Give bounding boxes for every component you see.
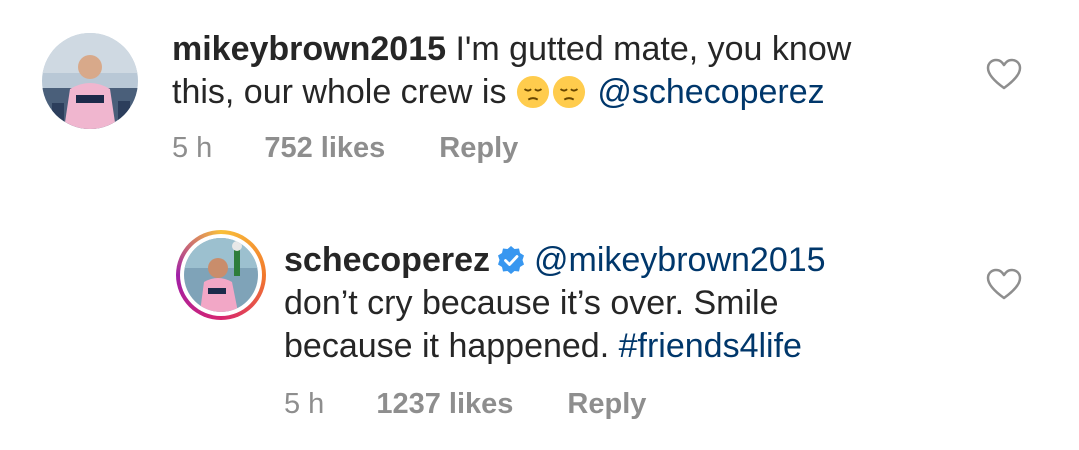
comment-body-line1: I'm gutted mate, you know [446,30,852,68]
timestamp[interactable]: 5 h [172,132,212,165]
comment-body-line3: because it happened. [284,327,619,365]
comment-text: schecoperez @mikeybrown2015 don’t cry be… [284,239,826,368]
likes-count[interactable]: 1237 likes [376,388,513,421]
pensive-face-icon [516,75,549,109]
heart-outline-icon[interactable] [986,268,1022,300]
verified-badge-icon [498,246,524,274]
comment-meta: 5 h 1237 likes Reply [284,388,646,421]
comment-body-line2: don’t cry because it’s over. Smile [284,284,779,322]
comment-meta: 5 h 752 likes Reply [172,132,518,165]
avatar[interactable] [42,33,138,129]
timestamp[interactable]: 5 h [284,388,324,421]
comment-text: mikeybrown2015 I'm gutted mate, you know… [172,28,851,114]
likes-count[interactable]: 752 likes [264,132,385,165]
mention-link[interactable]: @mikeybrown2015 [534,241,826,279]
username[interactable]: schecoperez [284,241,490,279]
pensive-face-icon [552,75,585,109]
mention-link[interactable]: @schecoperez [597,73,824,111]
comment-body-line2: this, our whole crew is [172,73,516,111]
hashtag-link[interactable]: #friends4life [619,327,802,365]
heart-outline-icon[interactable] [986,58,1022,90]
reply-button[interactable]: Reply [567,388,646,421]
username[interactable]: mikeybrown2015 [172,30,446,68]
reply-button[interactable]: Reply [439,132,518,165]
avatar[interactable] [184,238,258,312]
